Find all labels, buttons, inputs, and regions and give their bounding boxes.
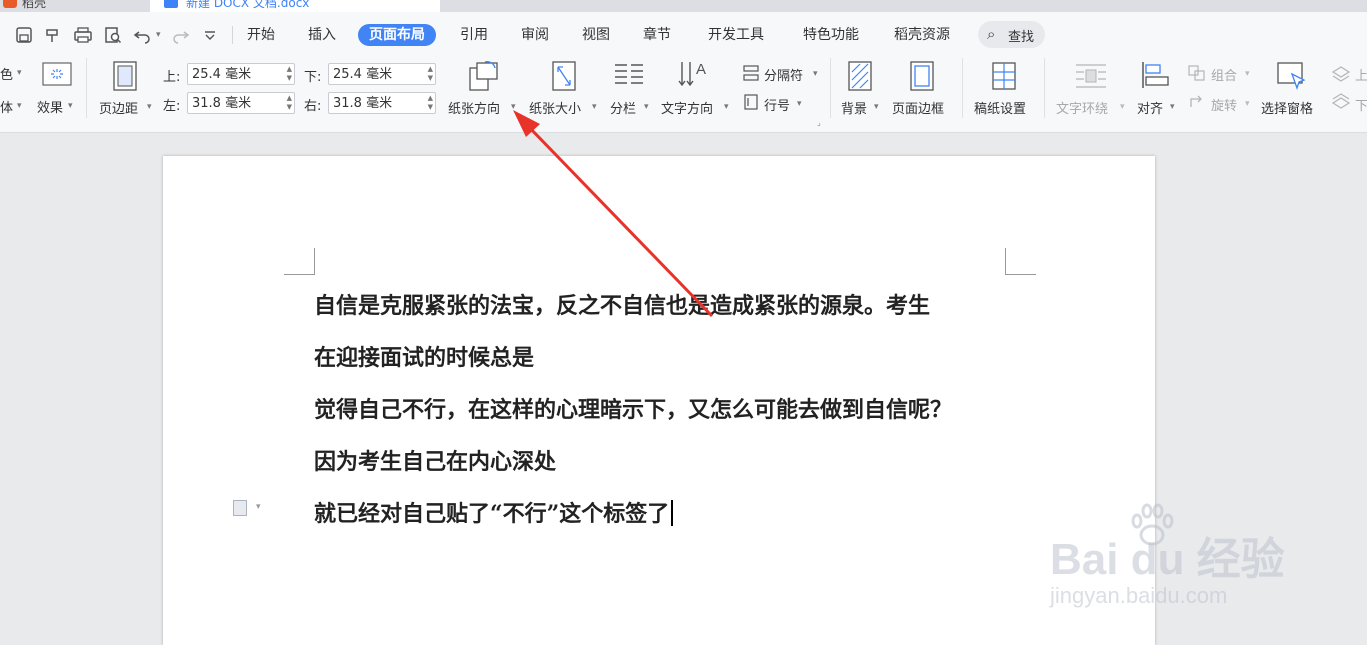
annotation-arrow bbox=[513, 110, 714, 318]
